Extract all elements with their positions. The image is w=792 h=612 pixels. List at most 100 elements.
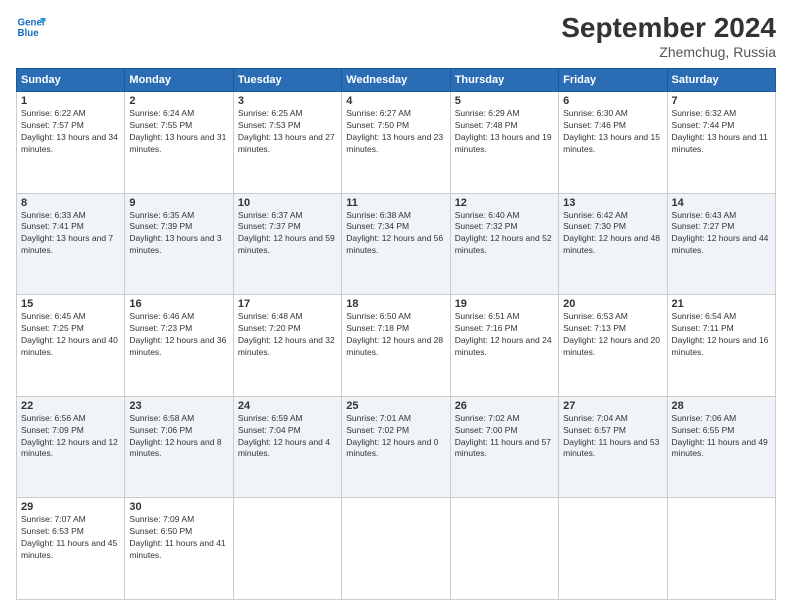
title-block: September 2024 Zhemchug, Russia <box>561 12 776 60</box>
day-info: Sunrise: 6:22 AMSunset: 7:57 PMDaylight:… <box>21 108 118 154</box>
day-info: Sunrise: 6:35 AMSunset: 7:39 PMDaylight:… <box>129 210 221 256</box>
calendar-header-cell: Wednesday <box>342 69 450 92</box>
day-number: 13 <box>563 197 662 209</box>
calendar-cell: 8 Sunrise: 6:33 AMSunset: 7:41 PMDayligh… <box>17 193 125 295</box>
calendar-cell: 6 Sunrise: 6:30 AMSunset: 7:46 PMDayligh… <box>559 92 667 194</box>
day-info: Sunrise: 6:46 AMSunset: 7:23 PMDaylight:… <box>129 311 226 357</box>
calendar-header-cell: Friday <box>559 69 667 92</box>
calendar-header-cell: Sunday <box>17 69 125 92</box>
day-info: Sunrise: 6:24 AMSunset: 7:55 PMDaylight:… <box>129 108 226 154</box>
logo: General Blue <box>16 12 46 42</box>
calendar-cell: 26 Sunrise: 7:02 AMSunset: 7:00 PMDaylig… <box>450 396 558 498</box>
day-info: Sunrise: 6:25 AMSunset: 7:53 PMDaylight:… <box>238 108 335 154</box>
calendar-cell: 18 Sunrise: 6:50 AMSunset: 7:18 PMDaylig… <box>342 295 450 397</box>
calendar-cell: 28 Sunrise: 7:06 AMSunset: 6:55 PMDaylig… <box>667 396 775 498</box>
subtitle: Zhemchug, Russia <box>561 44 776 60</box>
calendar-cell: 1 Sunrise: 6:22 AMSunset: 7:57 PMDayligh… <box>17 92 125 194</box>
day-info: Sunrise: 6:32 AMSunset: 7:44 PMDaylight:… <box>672 108 768 154</box>
calendar-cell: 25 Sunrise: 7:01 AMSunset: 7:02 PMDaylig… <box>342 396 450 498</box>
calendar-cell: 5 Sunrise: 6:29 AMSunset: 7:48 PMDayligh… <box>450 92 558 194</box>
day-number: 17 <box>238 298 337 310</box>
day-number: 26 <box>455 400 554 412</box>
calendar-header-cell: Thursday <box>450 69 558 92</box>
day-number: 21 <box>672 298 771 310</box>
day-info: Sunrise: 6:54 AMSunset: 7:11 PMDaylight:… <box>672 311 769 357</box>
calendar-cell: 4 Sunrise: 6:27 AMSunset: 7:50 PMDayligh… <box>342 92 450 194</box>
day-info: Sunrise: 7:09 AMSunset: 6:50 PMDaylight:… <box>129 514 225 560</box>
day-info: Sunrise: 6:27 AMSunset: 7:50 PMDaylight:… <box>346 108 443 154</box>
day-info: Sunrise: 6:48 AMSunset: 7:20 PMDaylight:… <box>238 311 335 357</box>
calendar-week-row: 8 Sunrise: 6:33 AMSunset: 7:41 PMDayligh… <box>17 193 776 295</box>
day-number: 2 <box>129 95 228 107</box>
day-number: 16 <box>129 298 228 310</box>
day-number: 20 <box>563 298 662 310</box>
day-info: Sunrise: 6:37 AMSunset: 7:37 PMDaylight:… <box>238 210 335 256</box>
day-number: 9 <box>129 197 228 209</box>
calendar-cell <box>233 498 341 600</box>
logo-icon: General Blue <box>16 12 46 42</box>
calendar-cell: 19 Sunrise: 6:51 AMSunset: 7:16 PMDaylig… <box>450 295 558 397</box>
day-info: Sunrise: 7:02 AMSunset: 7:00 PMDaylight:… <box>455 413 551 459</box>
header: General Blue September 2024 Zhemchug, Ru… <box>16 12 776 60</box>
day-info: Sunrise: 7:06 AMSunset: 6:55 PMDaylight:… <box>672 413 768 459</box>
day-number: 4 <box>346 95 445 107</box>
day-number: 24 <box>238 400 337 412</box>
calendar-week-row: 1 Sunrise: 6:22 AMSunset: 7:57 PMDayligh… <box>17 92 776 194</box>
calendar-cell: 2 Sunrise: 6:24 AMSunset: 7:55 PMDayligh… <box>125 92 233 194</box>
calendar-header-row: SundayMondayTuesdayWednesdayThursdayFrid… <box>17 69 776 92</box>
day-number: 23 <box>129 400 228 412</box>
calendar-cell: 12 Sunrise: 6:40 AMSunset: 7:32 PMDaylig… <box>450 193 558 295</box>
day-number: 30 <box>129 501 228 513</box>
calendar-header-cell: Saturday <box>667 69 775 92</box>
calendar-cell: 9 Sunrise: 6:35 AMSunset: 7:39 PMDayligh… <box>125 193 233 295</box>
calendar-cell: 27 Sunrise: 7:04 AMSunset: 6:57 PMDaylig… <box>559 396 667 498</box>
main-title: September 2024 <box>561 12 776 44</box>
day-info: Sunrise: 6:43 AMSunset: 7:27 PMDaylight:… <box>672 210 769 256</box>
day-info: Sunrise: 6:50 AMSunset: 7:18 PMDaylight:… <box>346 311 443 357</box>
day-number: 28 <box>672 400 771 412</box>
day-info: Sunrise: 6:51 AMSunset: 7:16 PMDaylight:… <box>455 311 552 357</box>
page: General Blue September 2024 Zhemchug, Ru… <box>0 0 792 612</box>
calendar-cell: 10 Sunrise: 6:37 AMSunset: 7:37 PMDaylig… <box>233 193 341 295</box>
day-number: 14 <box>672 197 771 209</box>
calendar-table: SundayMondayTuesdayWednesdayThursdayFrid… <box>16 68 776 600</box>
calendar-header-cell: Tuesday <box>233 69 341 92</box>
calendar-cell: 7 Sunrise: 6:32 AMSunset: 7:44 PMDayligh… <box>667 92 775 194</box>
day-number: 15 <box>21 298 120 310</box>
calendar-week-row: 29 Sunrise: 7:07 AMSunset: 6:53 PMDaylig… <box>17 498 776 600</box>
calendar-cell: 3 Sunrise: 6:25 AMSunset: 7:53 PMDayligh… <box>233 92 341 194</box>
calendar-cell: 24 Sunrise: 6:59 AMSunset: 7:04 PMDaylig… <box>233 396 341 498</box>
calendar-cell: 30 Sunrise: 7:09 AMSunset: 6:50 PMDaylig… <box>125 498 233 600</box>
calendar-cell: 15 Sunrise: 6:45 AMSunset: 7:25 PMDaylig… <box>17 295 125 397</box>
calendar-cell <box>450 498 558 600</box>
day-number: 18 <box>346 298 445 310</box>
day-info: Sunrise: 6:33 AMSunset: 7:41 PMDaylight:… <box>21 210 113 256</box>
day-info: Sunrise: 6:29 AMSunset: 7:48 PMDaylight:… <box>455 108 552 154</box>
calendar-cell: 21 Sunrise: 6:54 AMSunset: 7:11 PMDaylig… <box>667 295 775 397</box>
day-number: 22 <box>21 400 120 412</box>
day-info: Sunrise: 6:53 AMSunset: 7:13 PMDaylight:… <box>563 311 660 357</box>
calendar-week-row: 15 Sunrise: 6:45 AMSunset: 7:25 PMDaylig… <box>17 295 776 397</box>
day-number: 1 <box>21 95 120 107</box>
calendar-week-row: 22 Sunrise: 6:56 AMSunset: 7:09 PMDaylig… <box>17 396 776 498</box>
day-number: 27 <box>563 400 662 412</box>
day-number: 6 <box>563 95 662 107</box>
day-info: Sunrise: 6:40 AMSunset: 7:32 PMDaylight:… <box>455 210 552 256</box>
day-number: 29 <box>21 501 120 513</box>
day-info: Sunrise: 7:01 AMSunset: 7:02 PMDaylight:… <box>346 413 438 459</box>
day-number: 19 <box>455 298 554 310</box>
calendar-body: 1 Sunrise: 6:22 AMSunset: 7:57 PMDayligh… <box>17 92 776 600</box>
calendar-cell: 20 Sunrise: 6:53 AMSunset: 7:13 PMDaylig… <box>559 295 667 397</box>
day-number: 25 <box>346 400 445 412</box>
day-info: Sunrise: 6:59 AMSunset: 7:04 PMDaylight:… <box>238 413 330 459</box>
day-number: 8 <box>21 197 120 209</box>
calendar-cell: 16 Sunrise: 6:46 AMSunset: 7:23 PMDaylig… <box>125 295 233 397</box>
calendar-cell <box>667 498 775 600</box>
calendar-cell: 23 Sunrise: 6:58 AMSunset: 7:06 PMDaylig… <box>125 396 233 498</box>
calendar-cell <box>559 498 667 600</box>
day-number: 3 <box>238 95 337 107</box>
day-info: Sunrise: 6:56 AMSunset: 7:09 PMDaylight:… <box>21 413 118 459</box>
calendar-cell: 17 Sunrise: 6:48 AMSunset: 7:20 PMDaylig… <box>233 295 341 397</box>
day-info: Sunrise: 6:38 AMSunset: 7:34 PMDaylight:… <box>346 210 443 256</box>
calendar-cell: 13 Sunrise: 6:42 AMSunset: 7:30 PMDaylig… <box>559 193 667 295</box>
